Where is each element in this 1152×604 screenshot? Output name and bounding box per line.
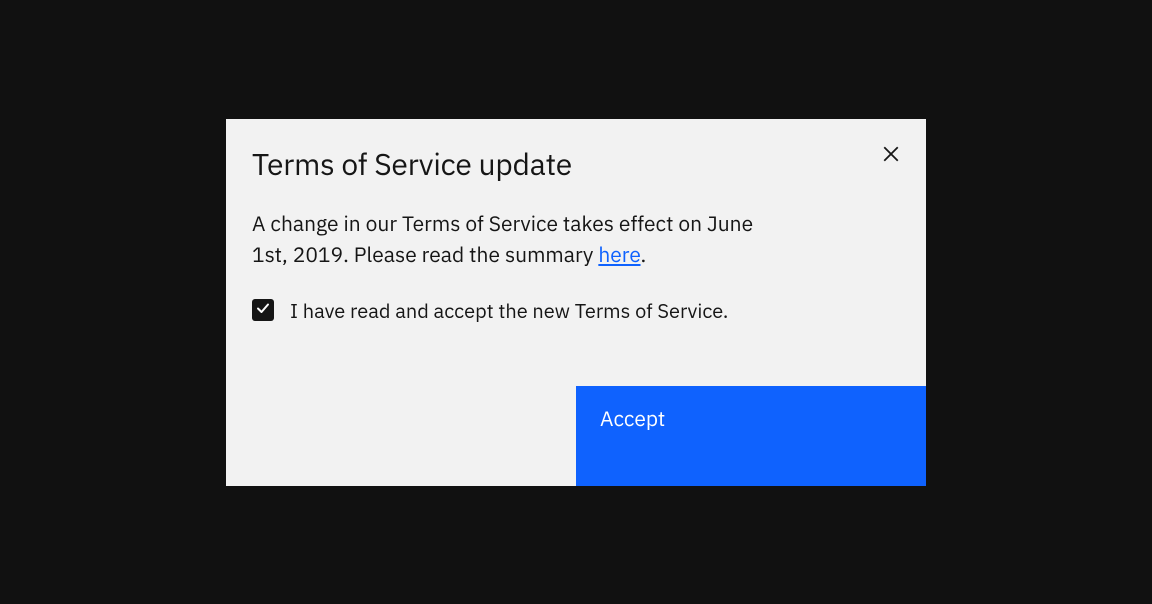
accept-checkbox-row: I have read and accept the new Terms of … [226,271,926,324]
modal-title: Terms of Service update [252,145,572,184]
modal-body: A change in our Terms of Service takes e… [226,184,806,271]
body-text-prefix: A change in our Terms of Service takes e… [252,209,753,269]
modal-body-text: A change in our Terms of Service takes e… [252,208,780,271]
modal-header: Terms of Service update [226,119,926,184]
accept-button-label: Accept [600,404,665,432]
accept-checkbox[interactable] [252,299,274,321]
body-text-suffix: . [641,240,647,268]
close-icon [882,145,900,166]
summary-link[interactable]: here [598,240,640,268]
checkmark-icon [256,300,270,320]
terms-modal: Terms of Service update A change in our … [226,119,926,486]
accept-checkbox-label: I have read and accept the new Terms of … [290,297,728,324]
modal-footer: Accept [226,386,926,486]
close-button[interactable] [878,141,904,170]
accept-button[interactable]: Accept [576,386,926,486]
